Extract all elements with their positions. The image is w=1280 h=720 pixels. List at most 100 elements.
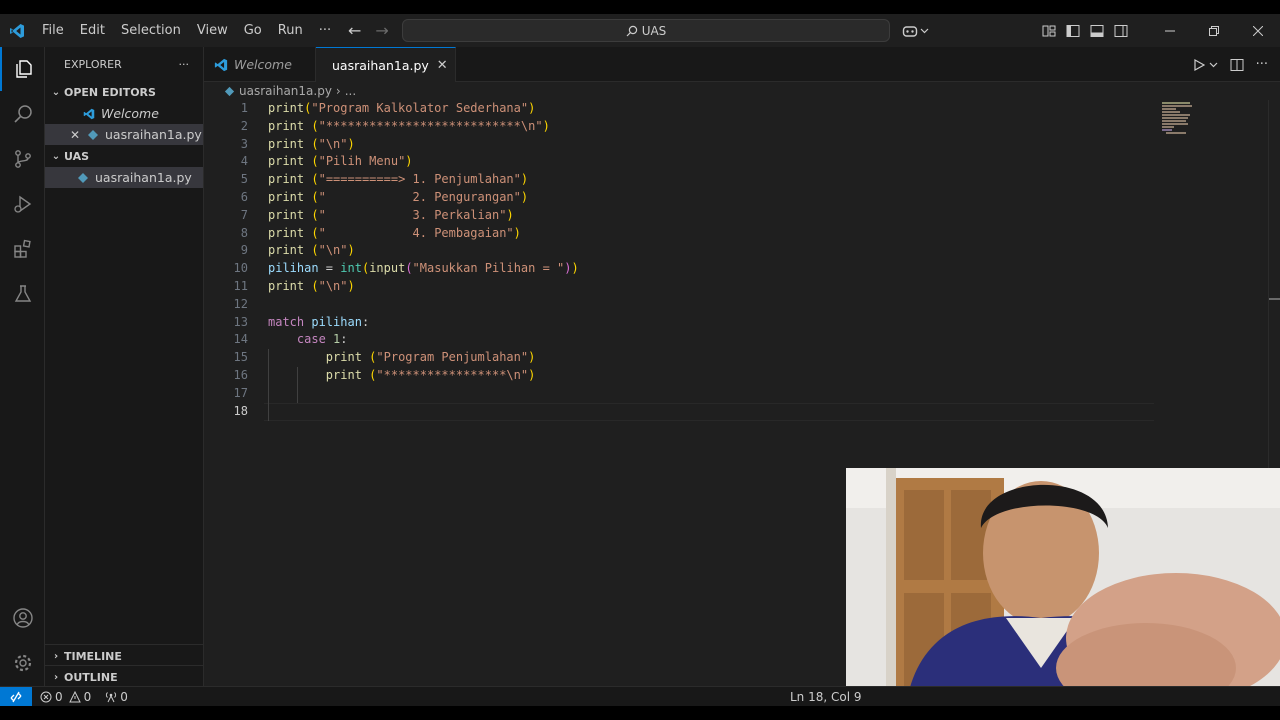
close-icon[interactable]: ✕ <box>437 58 448 73</box>
line-number: 7 <box>240 207 248 222</box>
close-icon[interactable]: ✕ <box>67 128 83 142</box>
accounts-icon[interactable] <box>0 596 45 640</box>
search-icon[interactable] <box>0 92 45 136</box>
minimize-button[interactable] <box>1148 14 1192 47</box>
tab-welcome[interactable]: Welcome <box>204 47 316 82</box>
activity-bar <box>0 47 45 686</box>
chevron-down-icon: ⌄ <box>51 150 61 162</box>
menu-bar: File Edit Selection View Go Run ··· <box>34 14 339 47</box>
menu-view[interactable]: View <box>189 14 236 47</box>
error-icon <box>40 691 52 702</box>
menu-selection[interactable]: Selection <box>113 14 189 47</box>
open-editor-label: uasraihan1a.py <box>105 127 202 142</box>
line-number: 5 <box>240 172 248 187</box>
tab-label: Welcome <box>234 57 292 72</box>
tab-uasraihan1a[interactable]: uasraihan1a.py ✕ <box>316 47 456 82</box>
menu-edit[interactable]: Edit <box>72 14 113 47</box>
code-line[interactable]: print("Program Kalkolator Sederhana") <box>268 100 1168 118</box>
letterbox-top <box>0 0 1280 14</box>
line-number: 2 <box>240 118 248 133</box>
toggle-secondary-sidebar-icon[interactable] <box>1114 24 1128 38</box>
error-count: 0 <box>55 689 63 704</box>
back-arrow-icon[interactable]: ← <box>348 21 361 40</box>
code-line[interactable]: print ("Program Penjumlahan") <box>268 349 1168 367</box>
remote-icon <box>10 691 22 702</box>
copilot-icon <box>902 25 918 37</box>
code-line[interactable]: print ("\n") <box>268 136 1168 154</box>
problems-indicator[interactable]: 0 0 <box>40 690 91 704</box>
forward-arrow-icon[interactable]: → <box>375 21 388 40</box>
explorer-title: EXPLORER <box>64 57 122 71</box>
code-line[interactable]: print (" 3. Perkalian") <box>268 207 1168 225</box>
line-number: 16 <box>233 367 248 382</box>
command-center-search[interactable]: UAS <box>402 19 890 42</box>
line-number: 9 <box>240 243 248 258</box>
run-python-file-icon[interactable] <box>1193 58 1205 71</box>
status-bar: 0 0 0 Ln 18, Col 9 <box>0 686 1280 707</box>
code-line[interactable]: print ("*****************\n") <box>268 367 1168 385</box>
explorer-icon[interactable] <box>0 47 45 91</box>
menu-go[interactable]: Go <box>236 14 270 47</box>
file-label: uasraihan1a.py <box>95 170 192 185</box>
code-line[interactable]: print ("==========> 1. Penjumlahan") <box>268 171 1168 189</box>
code-line[interactable]: case 1: <box>268 331 1168 349</box>
testing-icon[interactable] <box>0 272 45 316</box>
menu-run[interactable]: Run <box>270 14 311 47</box>
minimap[interactable] <box>1162 100 1222 140</box>
code-line[interactable] <box>268 385 1168 403</box>
chevron-down-icon[interactable] <box>1209 60 1218 69</box>
customize-layout-icon[interactable] <box>1042 24 1056 38</box>
open-editor-uasraihan1a[interactable]: ✕ uasraihan1a.py <box>45 124 203 145</box>
code-line[interactable] <box>268 403 1168 421</box>
code-line[interactable]: pilihan = int(input("Masukkan Pilihan = … <box>268 260 1168 278</box>
command-center-text: UAS <box>641 23 667 38</box>
menu-file[interactable]: File <box>34 14 72 47</box>
layout-controls <box>1042 24 1128 38</box>
outline-label: OUTLINE <box>64 670 118 684</box>
explorer-more-actions[interactable]: ··· <box>179 58 190 71</box>
code-line[interactable]: print ("***************************\n") <box>268 118 1168 136</box>
open-editor-welcome[interactable]: Welcome <box>45 103 203 124</box>
letterbox-bottom <box>0 706 1280 720</box>
code-line[interactable]: print (" 2. Pengurangan") <box>268 189 1168 207</box>
folder-uas-section[interactable]: ⌄ UAS <box>45 145 203 167</box>
code-line[interactable]: print ("\n") <box>268 278 1168 296</box>
toggle-primary-sidebar-icon[interactable] <box>1066 24 1080 38</box>
outline-section[interactable]: › OUTLINE <box>45 665 204 688</box>
radio-tower-icon <box>106 691 117 702</box>
warning-icon <box>68 690 81 702</box>
close-window-button[interactable] <box>1236 14 1280 47</box>
line-number: 13 <box>233 314 248 329</box>
navigation-buttons: ← → <box>348 14 389 47</box>
line-number: 15 <box>233 350 248 365</box>
run-and-debug-icon[interactable] <box>0 182 45 226</box>
code-lines[interactable]: print("Program Kalkolator Sederhana") pri… <box>268 100 1168 420</box>
menu-more[interactable]: ··· <box>311 14 339 47</box>
code-line[interactable]: print (" 4. Pembagaian") <box>268 225 1168 243</box>
more-actions-icon[interactable]: ··· <box>1256 57 1268 72</box>
cursor-position[interactable]: Ln 18, Col 9 <box>790 690 862 704</box>
code-line[interactable]: print ("\n") <box>268 242 1168 260</box>
source-control-icon[interactable] <box>0 137 45 181</box>
extensions-icon[interactable] <box>0 227 45 271</box>
code-line[interactable]: match pilihan: <box>268 314 1168 332</box>
toggle-panel-icon[interactable] <box>1090 24 1104 38</box>
code-line[interactable] <box>268 296 1168 314</box>
breadcrumb-symbols[interactable]: ... <box>345 84 356 98</box>
timeline-section[interactable]: › TIMELINE <box>45 644 204 667</box>
open-editors-section[interactable]: ⌄ OPEN EDITORS <box>45 81 203 103</box>
warning-count: 0 <box>83 689 92 704</box>
ports-indicator[interactable]: 0 <box>105 690 128 704</box>
file-uasraihan1a[interactable]: uasraihan1a.py <box>45 167 203 188</box>
line-number: 14 <box>233 332 248 347</box>
restore-button[interactable] <box>1192 14 1236 47</box>
copilot-menu[interactable] <box>902 14 929 47</box>
breadcrumb-file[interactable]: uasraihan1a.py <box>239 84 332 98</box>
python-file-icon <box>224 86 235 96</box>
code-line[interactable]: print ("Pilih Menu") <box>268 153 1168 171</box>
python-file-icon <box>78 172 88 183</box>
breadcrumb-separator: › <box>335 84 341 98</box>
remote-indicator[interactable] <box>0 686 32 707</box>
split-editor-icon[interactable] <box>1230 58 1244 72</box>
settings-gear-icon[interactable] <box>0 641 45 685</box>
